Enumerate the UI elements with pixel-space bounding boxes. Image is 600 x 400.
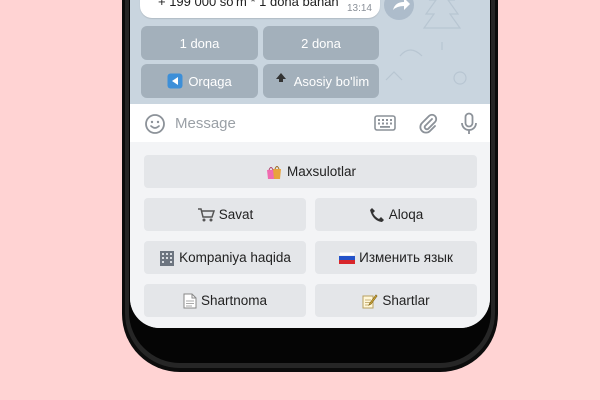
forward-button[interactable] [384, 0, 414, 20]
keyboard-button-kompaniya-haqida[interactable]: Kompaniya haqida [144, 241, 306, 274]
keyboard-button-aloqa[interactable]: Aloqa [315, 198, 477, 231]
shopping-bags-icon [265, 164, 283, 180]
phone-screen: + 199 000 so'm * 1 dona bahan 13:14 1 do… [130, 0, 490, 328]
keyboard-button-label: Изменить язык [359, 250, 453, 265]
keyboard-icon[interactable] [374, 115, 396, 136]
keyboard-button-label: Shartnoma [200, 293, 268, 308]
keyboard-button-label: Maxsulotlar [286, 164, 357, 179]
keyboard-button-label: Aloqa [388, 207, 424, 222]
chat-area: + 199 000 so'm * 1 dona bahan 13:14 1 do… [130, 0, 490, 104]
keyboard-button-change-language[interactable]: Изменить язык [315, 241, 477, 274]
keyboard-button-label: Savat [218, 207, 254, 222]
message-input-bar [130, 104, 490, 142]
inline-button-label: 1 dona [179, 35, 220, 51]
inline-button-label: Orqaga [188, 73, 232, 89]
message-text: + 199 000 so'm * 1 dona bahan [158, 0, 339, 9]
inline-button-label: Asosiy bo'lim [293, 73, 370, 89]
inline-button-1-dona[interactable]: 1 dona [141, 26, 258, 60]
keyboard-button-label: Kompaniya haqida [179, 250, 291, 265]
memo-icon [362, 293, 378, 309]
inline-button-label: 2 dona [301, 35, 341, 51]
message-bubble: + 199 000 so'm * 1 dona bahan 13:14 [140, 0, 380, 18]
keyboard-button-savat[interactable]: Savat [144, 198, 306, 231]
message-time: 13:14 [346, 3, 372, 14]
keyboard-button-maxsulotlar[interactable]: Maxsulotlar [144, 155, 477, 188]
keyboard-button-shartnoma[interactable]: Shartnoma [144, 284, 306, 317]
emoji-icon[interactable] [144, 113, 166, 140]
keyboard-button-label: Shartlar [382, 293, 430, 308]
message-input[interactable] [175, 110, 365, 136]
keyboard-button-shartlar[interactable]: Shartlar [315, 284, 477, 317]
inline-button-orqaga[interactable]: Orqaga [141, 64, 258, 98]
inline-button-asosiy-bolim[interactable]: Asosiy bo'lim [263, 64, 379, 98]
shopping-cart-icon [197, 207, 215, 223]
back-arrow-icon [167, 73, 183, 89]
top-arrow-icon [273, 72, 289, 90]
phone-icon [369, 207, 385, 223]
attach-icon[interactable] [418, 113, 438, 140]
forward-arrow-icon [393, 0, 410, 10]
document-icon [183, 293, 197, 309]
inline-button-2-dona[interactable]: 2 dona [263, 26, 379, 60]
russia-flag-icon [339, 251, 356, 264]
reply-keyboard: Maxsulotlar Savat Aloqa Kompaniya haqida… [130, 142, 490, 328]
microphone-icon[interactable] [460, 112, 478, 141]
office-building-icon [159, 250, 175, 266]
